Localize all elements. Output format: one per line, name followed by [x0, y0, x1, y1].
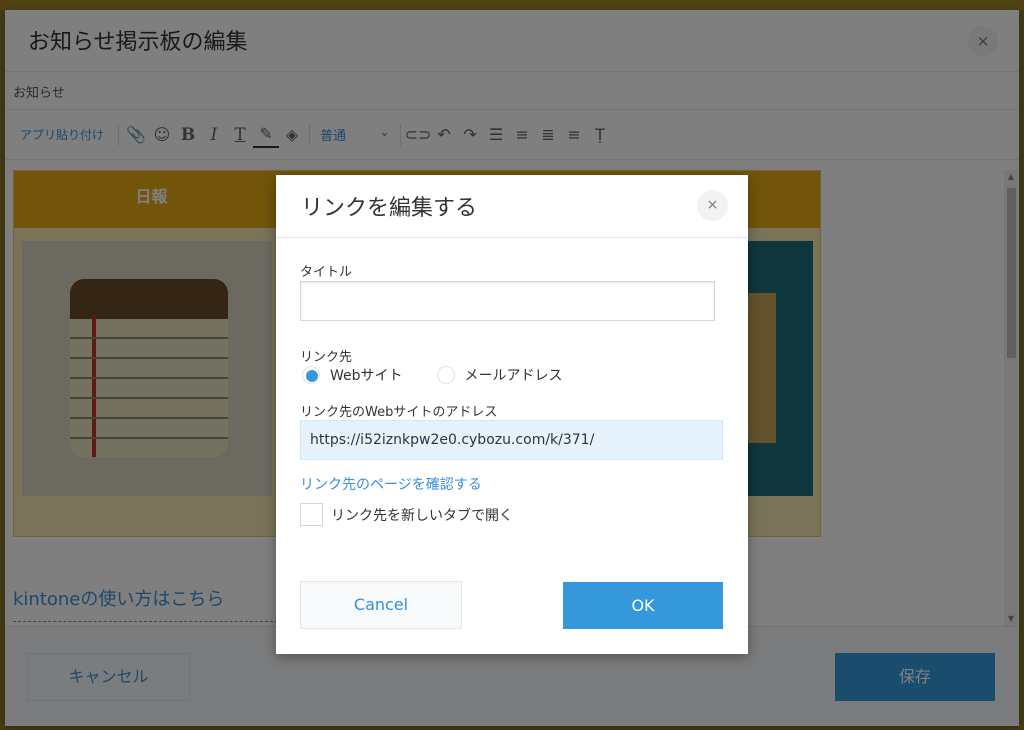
ok-button[interactable]: OK [563, 582, 723, 629]
url-label: リンク先のWebサイトのアドレス [300, 405, 498, 420]
title-input[interactable] [300, 281, 715, 321]
check-page-link[interactable]: リンク先のページを確認する [300, 474, 482, 494]
website-radio[interactable] [302, 366, 320, 384]
new-tab-label[interactable]: リンク先を新しいタブで開く [331, 505, 513, 525]
edit-link-dialog: リンクを編集する × タイトル リンク先 Webサイト メールアドレス リンク先… [276, 175, 748, 654]
cancel-button[interactable]: Cancel [300, 581, 462, 629]
link-dialog-header: リンクを編集する × [276, 175, 748, 238]
url-input[interactable]: https://i52iznkpw2e0.cybozu.com/k/371/ [300, 420, 723, 460]
new-tab-option[interactable]: リンク先を新しいタブで開く [300, 503, 513, 526]
destination-label: リンク先 [300, 350, 353, 365]
new-tab-checkbox[interactable] [300, 503, 323, 526]
title-label: タイトル [300, 265, 353, 280]
destination-radio-group: Webサイト メールアドレス [302, 365, 597, 385]
close-icon[interactable]: × [697, 190, 728, 221]
email-radio[interactable] [436, 366, 455, 384]
link-dialog-title: リンクを編集する [301, 196, 478, 221]
email-radio-label[interactable]: メールアドレス [465, 365, 563, 385]
website-radio-label[interactable]: Webサイト [330, 365, 403, 385]
